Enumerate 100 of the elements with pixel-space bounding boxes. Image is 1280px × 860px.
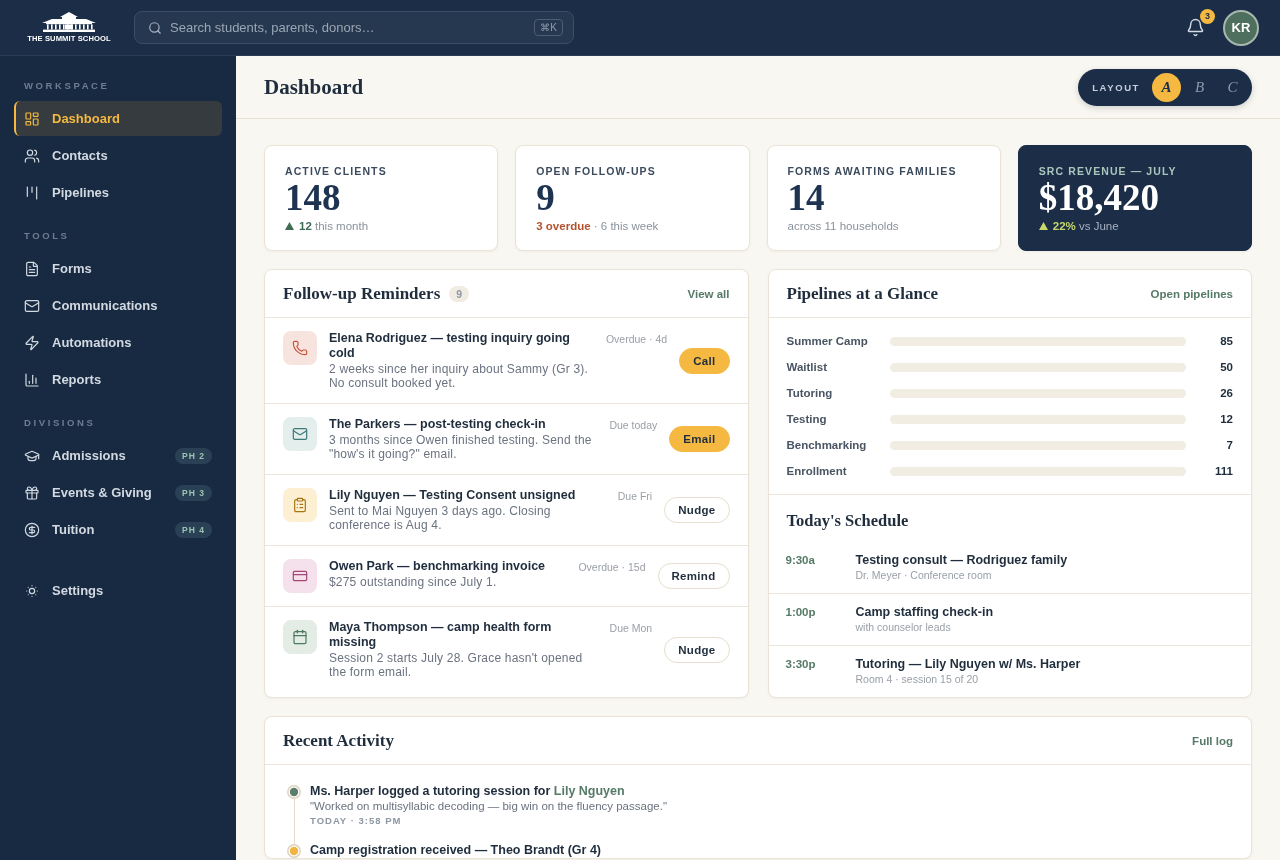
stat-note: 3 overdue · 6 this week	[536, 220, 659, 232]
user-avatar[interactable]: KR	[1223, 9, 1259, 46]
pipeline-name: Benchmarking	[786, 439, 867, 451]
reminder-action-button[interactable]: Nudge	[664, 497, 730, 523]
pipeline-count: 7	[1226, 439, 1233, 451]
view-all-link[interactable]: View all	[687, 287, 730, 300]
sidebar-item[interactable]: Pipelines	[14, 175, 222, 210]
pipeline-name: Waitlist	[786, 361, 827, 373]
schedule-event-detail: with counselor leads	[855, 620, 951, 634]
pipeline-count: 12	[1220, 413, 1233, 425]
phase-badge: PH 4	[175, 521, 212, 538]
columns-icon	[24, 184, 40, 201]
panel-title: Follow-up Reminders	[283, 283, 441, 304]
due-label: Overdue · 15d	[578, 560, 646, 573]
stat-value: $18,420	[1038, 179, 1159, 217]
reminder-title: Maya Thompson — camp health form missing	[329, 620, 553, 650]
pipeline-name: Enrollment	[786, 465, 847, 477]
stat-value: 148	[285, 179, 341, 217]
search-icon	[148, 21, 162, 35]
document-icon	[24, 260, 40, 277]
stat-note: 12 this month	[299, 220, 369, 232]
phase-badge: PH 3	[175, 484, 212, 501]
reminder-action-button[interactable]: Remind	[657, 563, 730, 589]
sun-icon	[24, 582, 40, 599]
stat-note: 22% vs June	[1052, 220, 1119, 232]
sidebar-item[interactable]: Forms	[14, 251, 222, 286]
sidebar-item[interactable]: Events & Giving PH 3	[14, 475, 222, 510]
reminder-action-button[interactable]: Call	[679, 347, 730, 374]
stat-value: 9	[536, 179, 555, 217]
activity-time: TODAY · 3:58 PM	[310, 814, 402, 828]
activity-text: Ms. Harper logged a tutoring session for Lily Nguyen	[310, 784, 625, 799]
contact-link[interactable]: Lily Nguyen	[553, 784, 625, 798]
reminder-title: Lily Nguyen — Testing Consent unsigned	[329, 488, 576, 503]
schedule-event-title: Tutoring — Lily Nguyen w/ Ms. Harper	[855, 656, 1081, 672]
schedule-event-title: Camp staffing check-in	[855, 604, 994, 620]
dollar-coin-icon	[24, 521, 40, 538]
credit-card-icon	[283, 559, 317, 593]
bar-chart-icon	[24, 371, 40, 388]
due-label: Due today	[609, 418, 658, 431]
sidebar-item[interactable]: Automations	[14, 325, 222, 360]
sidebar-item[interactable]: Settings	[14, 573, 222, 608]
shortcut-hint: ⌘K	[534, 19, 563, 36]
layout-option[interactable]: A	[1152, 72, 1181, 102]
reminder-detail: 2 weeks since her inquiry about Sammy (Gr 3). No consult booked yet.	[329, 362, 590, 390]
pipeline-name: Summer Camp	[786, 335, 868, 347]
sidebar-section-title: DIVISIONS	[24, 417, 96, 429]
stat-label: FORMS AWAITING FAMILIES	[787, 165, 957, 177]
layout-option[interactable]: B	[1185, 72, 1214, 102]
sidebar-item[interactable]: Contacts	[14, 138, 222, 173]
schedule-time: 1:00p	[785, 605, 816, 618]
due-label: Due Mon	[609, 621, 653, 634]
due-label: Due Fri	[617, 489, 653, 502]
stat-label: OPEN FOLLOW-UPS	[536, 165, 656, 177]
sidebar-item[interactable]: Reports	[14, 362, 222, 397]
panel-title: Recent Activity	[283, 730, 394, 751]
notification-count: 3	[1200, 8, 1215, 24]
people-icon	[24, 147, 40, 164]
clipboard-icon	[283, 488, 317, 522]
schedule-event-detail: Room 4 · session 15 of 20	[855, 672, 979, 686]
schedule-event-detail: Dr. Meyer · Conference room	[855, 568, 992, 582]
sidebar-section-title: TOOLS	[24, 230, 70, 242]
stat-label: ACTIVE CLIENTS	[285, 165, 387, 177]
sidebar-item[interactable]: Dashboard	[14, 101, 222, 136]
reminder-title: Elena Rodriguez — testing inquiry going cold	[329, 331, 571, 361]
lightning-icon	[24, 334, 40, 351]
pipeline-count: 26	[1220, 387, 1233, 399]
schedule-time: 9:30a	[785, 553, 815, 566]
full-log-link[interactable]: Full log	[1192, 734, 1233, 747]
stat-value: 14	[787, 179, 825, 217]
reminder-action-button[interactable]: Email	[669, 426, 730, 452]
open-pipelines-link[interactable]: Open pipelines	[1150, 287, 1233, 300]
layout-label: LAYOUT	[1092, 81, 1140, 93]
pipeline-count: 85	[1220, 335, 1233, 347]
reminder-detail: Sent to Mai Nguyen 3 days ago. Closing conference is Aug 4.	[329, 504, 552, 532]
activity-quote: "Worked on multisyllabic decoding — big win on the fluency passage."	[310, 799, 667, 814]
sidebar-item[interactable]: Tuition PH 4	[14, 512, 222, 547]
reminder-count: 9	[449, 285, 470, 302]
pipeline-count: 111	[1215, 465, 1233, 477]
sidebar-section-title: WORKSPACE	[24, 80, 110, 92]
pipeline-name: Testing	[786, 413, 827, 425]
pipeline-count: 50	[1220, 361, 1233, 373]
sidebar-item[interactable]: Admissions PH 2	[14, 438, 222, 473]
stat-label: SRC REVENUE — JULY	[1038, 165, 1177, 177]
phone-icon	[283, 331, 317, 365]
stat-note: across 11 households	[787, 220, 899, 232]
phase-badge: PH 2	[175, 447, 212, 464]
reminder-detail: Session 2 starts July 28. Grace hasn't opened the form email.	[329, 651, 584, 679]
schedule-title: Today's Schedule	[786, 511, 909, 531]
bell-icon	[1185, 18, 1205, 37]
reminder-title: The Parkers — post-testing check-in	[329, 417, 546, 432]
schedule-time: 3:30p	[785, 657, 816, 670]
layout-option[interactable]: C	[1218, 72, 1247, 102]
pipeline-name: Tutoring	[786, 387, 833, 399]
due-label: Overdue · 4d	[605, 332, 668, 345]
grid-icon	[24, 110, 40, 127]
calendar-icon	[283, 620, 317, 654]
envelope-icon	[283, 417, 317, 451]
reminder-action-button[interactable]: Nudge	[664, 636, 730, 663]
sidebar-item[interactable]: Communications	[14, 288, 222, 323]
gift-icon	[24, 484, 40, 501]
